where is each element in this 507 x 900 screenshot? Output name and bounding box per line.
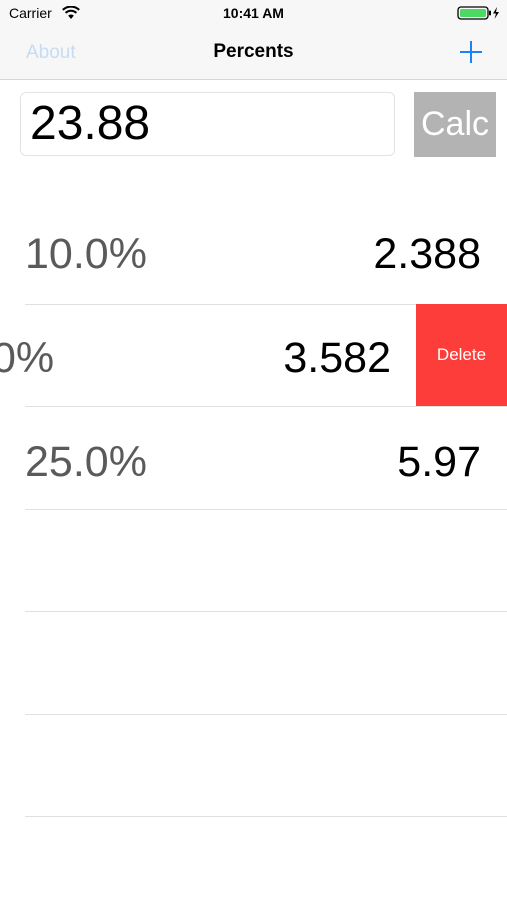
navigation-bar: About Percents (0, 28, 507, 80)
row-separator (25, 611, 507, 612)
result-value: 5.97 (397, 438, 481, 486)
table-row[interactable]: 25.0% 5.97 (0, 407, 507, 509)
result-value: 2.388 (373, 230, 481, 278)
delete-button[interactable]: Delete (416, 304, 507, 406)
row-separator (25, 714, 507, 715)
percent-label: 0% (0, 334, 55, 382)
percent-label: 10.0% (25, 230, 147, 278)
page-title: Percents (213, 41, 294, 62)
calc-button[interactable]: Calc (414, 92, 496, 157)
row-separator (25, 816, 507, 817)
plus-icon[interactable] (459, 40, 483, 64)
table-row[interactable]: 10.0% 2.388 (0, 202, 507, 304)
amount-input[interactable]: 23.88 (20, 92, 395, 156)
status-bar: Carrier 10:41 AM (0, 0, 507, 28)
result-value: 3.582 (283, 334, 391, 382)
percent-label: 25.0% (25, 438, 147, 486)
row-separator (25, 509, 507, 510)
battery-charging-icon (457, 6, 499, 20)
status-time: 10:41 AM (223, 5, 284, 21)
